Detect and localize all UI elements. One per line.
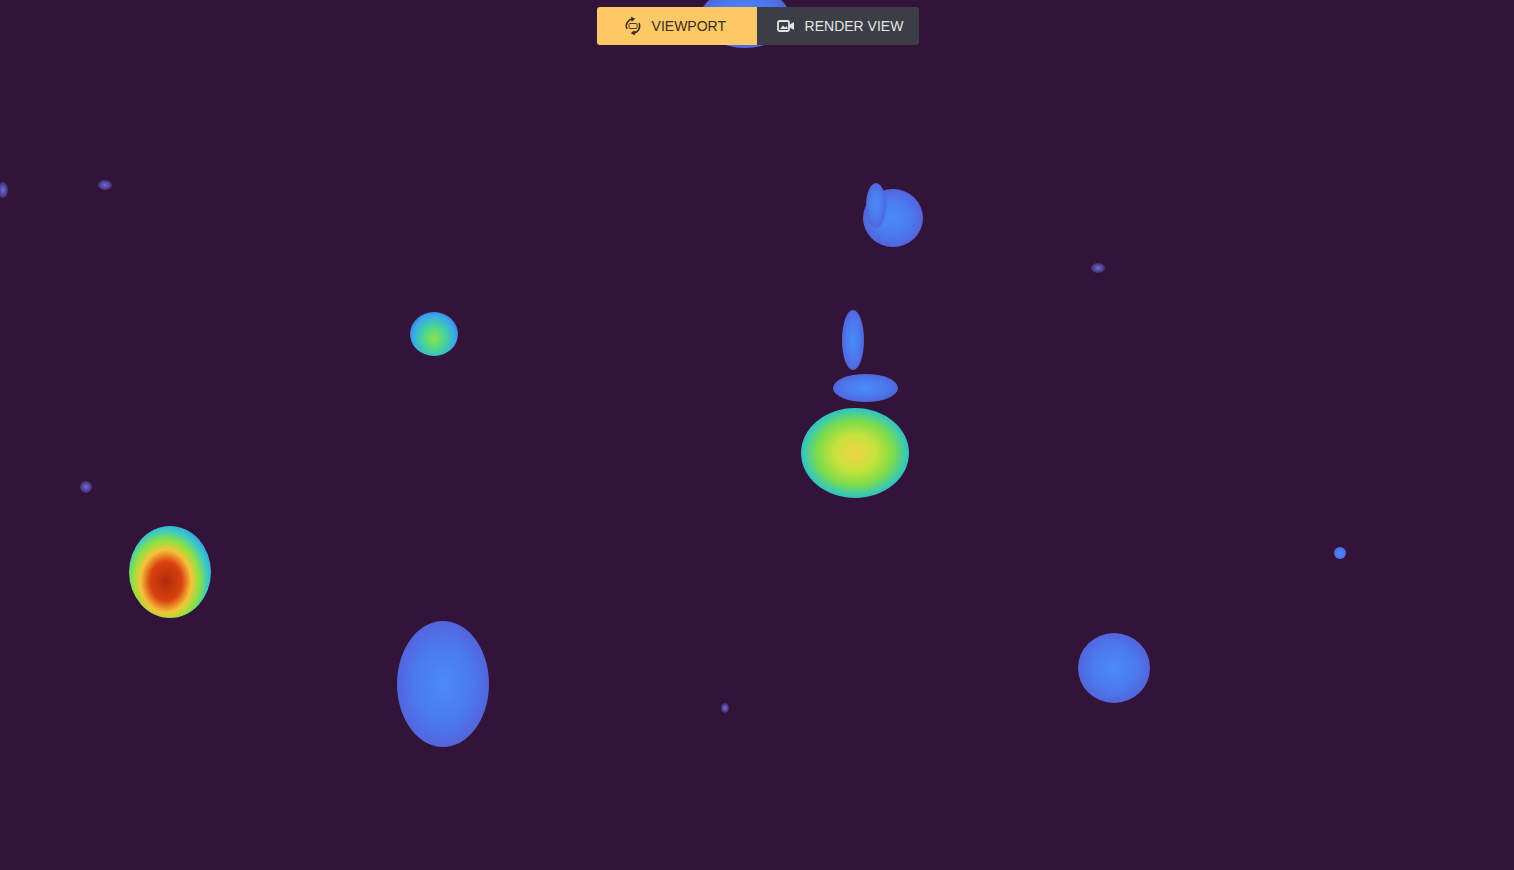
volume-blob xyxy=(1091,263,1105,273)
volume-blob xyxy=(397,621,489,747)
rotate-3d-icon xyxy=(623,16,643,36)
button-icon-wrap xyxy=(776,16,796,36)
view-toggle: VIEWPORT RENDER VIEW xyxy=(597,7,920,45)
render-view-button[interactable]: RENDER VIEW xyxy=(757,7,920,45)
volume-blob xyxy=(801,408,909,498)
volume-blob xyxy=(98,180,112,190)
button-label: VIEWPORT xyxy=(652,18,726,34)
volume-blob xyxy=(721,703,729,713)
viewport-button[interactable]: VIEWPORT xyxy=(597,7,757,45)
volume-blob xyxy=(842,310,864,370)
volume-blob xyxy=(0,182,8,198)
volume-blob xyxy=(866,183,886,228)
render-canvas[interactable]: VIEWPORT RENDER VIEW xyxy=(0,0,1514,870)
video-camera-icon xyxy=(776,16,796,36)
volume-blob xyxy=(1078,633,1150,703)
volume-blob xyxy=(80,481,92,493)
volume-blob xyxy=(410,312,458,356)
button-icon-wrap xyxy=(623,16,643,36)
view-toolbar: VIEWPORT RENDER VIEW xyxy=(0,7,1514,45)
button-label: RENDER VIEW xyxy=(805,18,904,34)
volume-blob xyxy=(1334,547,1346,559)
volume-blob xyxy=(833,374,898,402)
volume-blob xyxy=(129,526,211,618)
